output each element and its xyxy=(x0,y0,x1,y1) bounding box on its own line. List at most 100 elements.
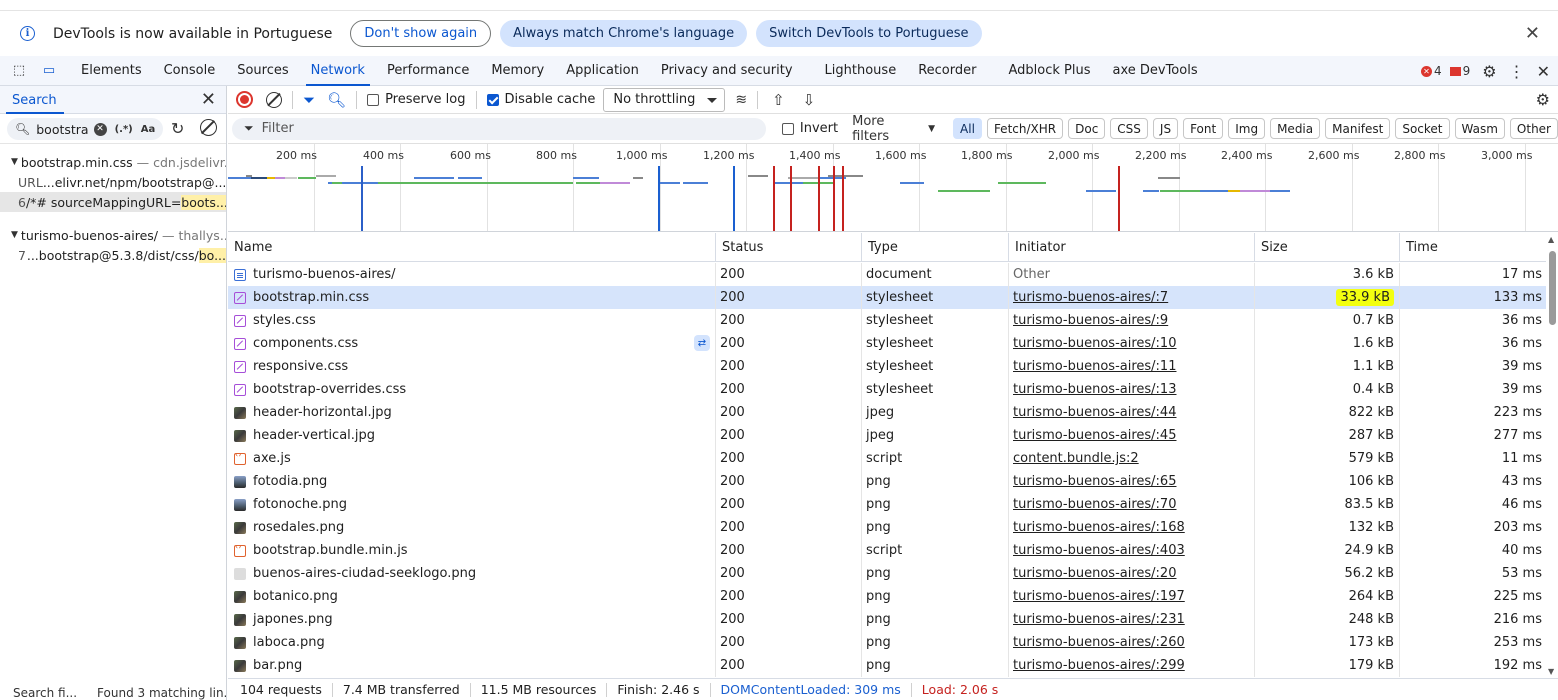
checkbox-box[interactable] xyxy=(367,93,380,106)
search-icon[interactable]: 🔍︎ xyxy=(327,91,346,109)
cell-initiator[interactable]: turismo-buenos-aires/:20 xyxy=(1009,562,1255,585)
match-case-toggle[interactable]: Aa xyxy=(141,124,156,135)
cell-name[interactable]: rosedales.png xyxy=(228,516,716,539)
table-scrollbar[interactable]: ▲ ▼ xyxy=(1546,233,1558,678)
more-options-icon[interactable]: ⋮ xyxy=(1509,62,1525,81)
tab-elements[interactable]: Elements xyxy=(70,56,153,86)
column-header-type[interactable]: Type xyxy=(862,233,1009,262)
filter-chip-doc[interactable]: Doc xyxy=(1068,118,1106,139)
scroll-up-arrow-icon[interactable]: ▲ xyxy=(1548,235,1554,244)
preserve-log-checkbox[interactable]: Preserve log xyxy=(367,92,466,107)
clear-search-icon[interactable]: ✕ xyxy=(93,122,107,136)
cell-initiator[interactable]: turismo-buenos-aires/:44 xyxy=(1009,401,1255,424)
network-conditions-icon[interactable]: ≋ xyxy=(735,92,747,108)
search-input[interactable]: 🔍︎ bootstra ✕ (.*) Aa xyxy=(7,118,163,140)
tab-lighthouse[interactable]: Lighthouse xyxy=(814,56,908,86)
tab-privacy-security[interactable]: Privacy and security xyxy=(650,56,804,86)
cell-name[interactable]: bar.png xyxy=(228,654,716,677)
table-row[interactable]: axe.js 200scriptcontent.bundle.js:2 579 kB… xyxy=(228,447,1546,470)
cell-initiator[interactable]: turismo-buenos-aires/:299 xyxy=(1009,654,1255,677)
table-row[interactable]: fotonoche.png 200 png turismo-buenos-aires/… xyxy=(228,493,1546,516)
checkbox-box[interactable] xyxy=(781,122,794,135)
cell-initiator[interactable]: turismo-buenos-aires/:7 xyxy=(1009,286,1255,309)
filter-chip-font[interactable]: Font xyxy=(1183,118,1224,139)
table-row[interactable]: bootstrap.min.css 200 stylesheet turismo-bu… xyxy=(228,286,1546,309)
scroll-thumb[interactable] xyxy=(1549,251,1556,325)
search-panel-title[interactable]: Search xyxy=(12,93,57,108)
result-file[interactable]: ▼ turismo-buenos-aires/ — thallys... xyxy=(0,225,226,245)
more-filters-dropdown[interactable]: More filters ▼ xyxy=(852,114,935,144)
clear-log-icon[interactable] xyxy=(266,91,282,108)
disable-cache-checkbox[interactable]: Disable cache xyxy=(486,92,595,107)
invert-checkbox[interactable]: Invert xyxy=(781,121,838,136)
clear-results-icon[interactable] xyxy=(200,119,217,136)
cell-name[interactable]: japones.png xyxy=(228,608,716,631)
tab-axe-devtools[interactable]: axe DevTools xyxy=(1101,56,1208,86)
column-header-name[interactable]: Name xyxy=(228,233,716,262)
always-match-language-button[interactable]: Always match Chrome's language xyxy=(500,20,748,47)
cell-name[interactable]: bootstrap.min.css xyxy=(228,286,716,309)
result-line[interactable]: URL ...elivr.net/npm/bootstrap@... xyxy=(0,172,226,192)
cell-name[interactable]: bootstrap.bundle.min.js xyxy=(228,539,716,562)
tab-performance[interactable]: Performance xyxy=(376,56,480,86)
filter-input[interactable]: ⏷ Filter xyxy=(232,117,766,140)
cell-initiator[interactable]: turismo-buenos-aires/:260 xyxy=(1009,631,1255,654)
tab-console[interactable]: Console xyxy=(153,56,227,86)
cell-name[interactable]: botanico.png xyxy=(228,585,716,608)
cell-initiator[interactable]: turismo-buenos-aires/:231 xyxy=(1009,608,1255,631)
table-row[interactable]: header-vertical.jpg 200 jpeg turismo-buenos… xyxy=(228,424,1546,447)
filter-chip-wasm[interactable]: Wasm xyxy=(1454,118,1505,139)
request-conditions-icon[interactable]: ⇄ xyxy=(694,335,710,351)
filter-chip-manifest[interactable]: Manifest xyxy=(1325,118,1391,139)
cell-name[interactable]: axe.js xyxy=(228,447,716,470)
cell-initiator[interactable]: turismo-buenos-aires/:70 xyxy=(1009,493,1255,516)
cell-name[interactable]: responsive.css xyxy=(228,355,716,378)
switch-to-portuguese-button[interactable]: Switch DevTools to Portuguese xyxy=(756,20,982,47)
record-button[interactable] xyxy=(236,91,253,108)
table-row[interactable]: buenos-aires-ciudad-seeklogo.png 200 png tu… xyxy=(228,562,1546,585)
filter-chip-all[interactable]: All xyxy=(953,118,982,139)
table-row[interactable]: responsive.css 200 stylesheet turismo-bueno… xyxy=(228,355,1546,378)
cell-initiator[interactable]: turismo-buenos-aires/:13 xyxy=(1009,378,1255,401)
column-header-status[interactable]: Status xyxy=(716,233,862,262)
cell-initiator[interactable]: turismo-buenos-aires/:65 xyxy=(1009,470,1255,493)
filter-chip-other[interactable]: Other xyxy=(1509,118,1558,139)
table-row[interactable]: styles.css 200 stylesheet turismo-buenos-ai… xyxy=(228,309,1546,332)
result-line[interactable]: 6 /*# sourceMappingURL= boots... xyxy=(0,192,226,212)
cell-initiator[interactable]: turismo-buenos-aires/:403 xyxy=(1009,539,1255,562)
tab-memory[interactable]: Memory xyxy=(480,56,555,86)
cell-name[interactable]: header-vertical.jpg xyxy=(228,424,716,447)
close-icon[interactable]: ✕ xyxy=(201,89,216,110)
table-row[interactable]: bar.png 200 png turismo-buenos-aires/:299 17… xyxy=(228,654,1546,677)
export-har-icon[interactable]: ⇩ xyxy=(803,91,816,109)
cell-name[interactable]: buenos-aires-ciudad-seeklogo.png xyxy=(228,562,716,585)
column-header-time[interactable]: Time xyxy=(1400,233,1546,262)
cell-name[interactable]: fotonoche.png xyxy=(228,493,716,516)
import-har-icon[interactable]: ⇧ xyxy=(772,91,785,109)
close-devtools-icon[interactable]: ✕ xyxy=(1537,62,1550,81)
network-overview-timeline[interactable]: 200 ms 400 ms 600 ms 800 ms 1,000 ms 1,2… xyxy=(228,144,1558,232)
issues-badge[interactable]: ✕ 4 9 xyxy=(1420,64,1470,78)
filter-chip-socket[interactable]: Socket xyxy=(1395,118,1450,139)
filter-chip-img[interactable]: Img xyxy=(1228,118,1266,139)
result-line[interactable]: 7 ...bootstrap@5.3.8/dist/css/ bo... xyxy=(0,245,226,265)
cell-initiator[interactable]: turismo-buenos-aires/:197 xyxy=(1009,585,1255,608)
filter-icon[interactable]: ⏷ xyxy=(303,91,315,109)
table-row[interactable]: turismo-buenos-aires/200 document Other 3.6… xyxy=(228,263,1546,286)
regex-toggle[interactable]: (.*) xyxy=(115,124,133,135)
cell-name[interactable]: styles.css xyxy=(228,309,716,332)
cell-initiator[interactable]: turismo-buenos-aires/:45 xyxy=(1009,424,1255,447)
table-row[interactable]: header-horizontal.jpg 200 jpeg turismo-buen… xyxy=(228,401,1546,424)
cell-initiator[interactable]: turismo-buenos-aires/:9 xyxy=(1009,309,1255,332)
dont-show-again-button[interactable]: Don't show again xyxy=(350,20,492,47)
filter-chip-fetch-xhr[interactable]: Fetch/XHR xyxy=(986,118,1064,139)
filter-chip-css[interactable]: CSS xyxy=(1110,118,1148,139)
cell-initiator[interactable]: turismo-buenos-aires/:11 xyxy=(1009,355,1255,378)
column-header-initiator[interactable]: Initiator xyxy=(1009,233,1255,262)
close-icon[interactable]: ✕ xyxy=(1525,23,1540,44)
cell-name[interactable]: fotodia.png xyxy=(228,470,716,493)
tab-recorder[interactable]: Recorder xyxy=(907,56,987,86)
column-header-size[interactable]: Size xyxy=(1255,233,1400,262)
cell-initiator[interactable]: content.bundle.js:2 xyxy=(1009,447,1255,470)
device-toolbar-icon[interactable]: ▭ xyxy=(40,63,58,79)
